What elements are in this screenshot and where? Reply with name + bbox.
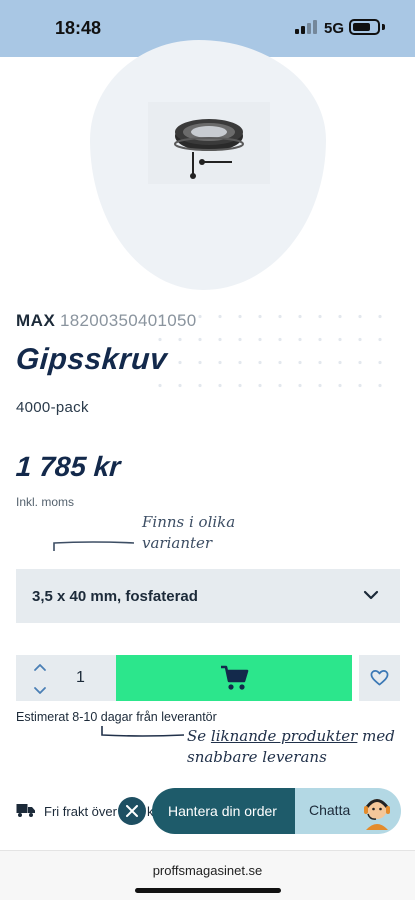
browser-url[interactable]: proffsmagasinet.se xyxy=(0,863,415,878)
truck-icon xyxy=(16,804,35,817)
variant-select-value: 3,5 x 40 mm, fosfaterad xyxy=(32,588,198,605)
add-to-cart-button[interactable] xyxy=(116,655,352,701)
decrease-quantity-icon[interactable] xyxy=(32,685,48,697)
quantity-value[interactable]: 1 xyxy=(76,669,85,687)
product-title: Gipsskruv xyxy=(14,343,169,376)
battery-cap xyxy=(382,24,385,30)
free-shipping-text: Fri frakt över k xyxy=(44,804,154,819)
close-icon xyxy=(126,805,138,817)
similar-note-prefix: Se xyxy=(187,727,211,745)
product-price: 1 785 kr xyxy=(14,451,122,482)
variant-select[interactable]: 3,5 x 40 mm, fosfaterad xyxy=(16,569,400,623)
support-agent-avatar xyxy=(364,799,390,830)
similar-note-suffix: med xyxy=(357,727,395,745)
home-indicator[interactable] xyxy=(135,888,281,893)
vat-note: Inkl. moms xyxy=(16,495,75,509)
product-image[interactable] xyxy=(148,102,270,184)
close-order-panel-button[interactable] xyxy=(118,797,146,825)
similar-products-link[interactable]: liknande produkter xyxy=(211,727,357,745)
similar-products-note: Se liknande produkter med snabbare lever… xyxy=(187,726,395,768)
delivery-estimate: Estimerat 8-10 dagar från leverantör xyxy=(16,710,217,724)
manage-order-button[interactable]: Hantera din order xyxy=(152,788,297,834)
variants-note-arrow xyxy=(53,541,135,551)
similar-note-arrow xyxy=(101,726,185,737)
product-brand: MAX xyxy=(16,311,56,330)
browser-bottom-bar: proffsmagasinet.se xyxy=(0,850,415,900)
quantity-stepper: 1 xyxy=(16,655,116,701)
cart-icon xyxy=(221,665,249,690)
network-label: 5G xyxy=(324,20,345,37)
wishlist-button[interactable] xyxy=(359,655,400,701)
increase-quantity-icon[interactable] xyxy=(32,661,48,673)
variants-note-line2: varianter xyxy=(142,534,213,552)
signal-icon xyxy=(295,20,317,34)
status-time: 18:48 xyxy=(55,18,102,38)
battery-icon xyxy=(349,19,380,35)
free-shipping-label: Fri frakt över xyxy=(44,804,117,819)
product-sku: 18200350401050 xyxy=(60,311,197,330)
similar-note-line2: snabbare leverans xyxy=(187,748,327,766)
heart-icon xyxy=(370,670,389,686)
variants-note-line1: Finns i olika xyxy=(142,513,236,531)
chevron-down-icon xyxy=(363,590,379,600)
product-pack-size: 4000-pack xyxy=(16,399,89,416)
variants-note: Finns i olika varianter xyxy=(142,512,235,554)
